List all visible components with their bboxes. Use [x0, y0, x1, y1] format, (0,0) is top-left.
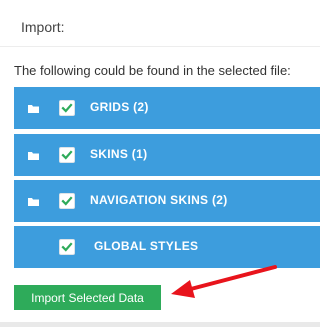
checkmark-icon [61, 150, 73, 160]
intro-text: The following could be found in the sele… [14, 63, 291, 78]
import-selected-data-button[interactable]: Import Selected Data [14, 285, 161, 310]
folder-icon [28, 198, 39, 206]
checkmark-icon [61, 103, 73, 113]
checkmark-icon [61, 242, 73, 252]
checkbox[interactable] [59, 193, 75, 209]
checkbox[interactable] [59, 100, 75, 116]
import-heading: Import: [21, 19, 65, 35]
folder-icon [28, 152, 39, 160]
checkmark-icon [61, 196, 73, 206]
import-panel: Import: The following could be found in … [0, 0, 320, 322]
folder-icon [28, 105, 39, 113]
header-divider [0, 46, 320, 47]
checkbox[interactable] [59, 239, 75, 255]
item-label: NAVIGATION SKINS (2) [90, 193, 228, 207]
item-label: SKINS (1) [90, 147, 148, 161]
import-item-grids[interactable]: GRIDS (2) [14, 87, 320, 129]
import-item-skins[interactable]: SKINS (1) [14, 134, 320, 176]
import-item-navigation-skins[interactable]: NAVIGATION SKINS (2) [14, 180, 320, 222]
checkbox[interactable] [59, 147, 75, 163]
item-label: GRIDS (2) [90, 100, 149, 114]
item-label: GLOBAL STYLES [94, 239, 199, 253]
red-arrow-annotation [171, 265, 277, 298]
